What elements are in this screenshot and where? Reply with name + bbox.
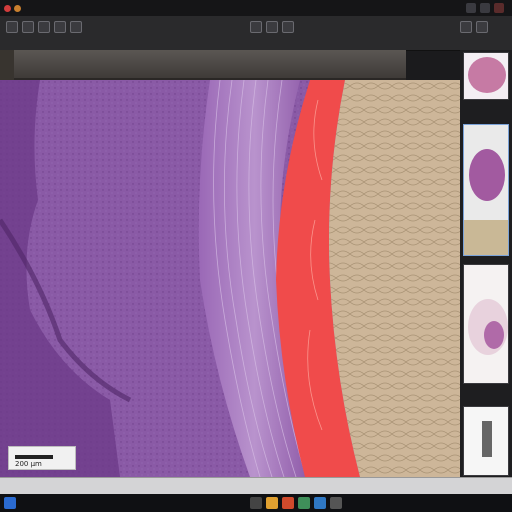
rotate-icon[interactable] [282, 21, 294, 33]
thumbnail-3[interactable] [463, 264, 509, 384]
taskbar [0, 494, 512, 512]
thumbnail-2-selected[interactable] [463, 124, 509, 256]
close-icon[interactable] [494, 3, 504, 13]
zoom-out-icon[interactable] [54, 21, 66, 33]
zoom-in-icon[interactable] [38, 21, 50, 33]
beige-cell-texture [329, 80, 460, 477]
mail-icon[interactable] [314, 497, 326, 509]
settings-icon[interactable] [460, 21, 472, 33]
maximize-icon[interactable] [480, 3, 490, 13]
thumbnail-1[interactable] [463, 52, 509, 100]
scale-bar-line [15, 455, 53, 459]
title-bar [0, 0, 512, 16]
search-icon[interactable] [250, 497, 262, 509]
thumbnail-panel [460, 50, 512, 477]
viewer-app-icon[interactable] [298, 497, 310, 509]
status-bar [0, 477, 512, 495]
thumbnail-4[interactable] [463, 406, 509, 476]
app-icon-secondary [14, 4, 21, 12]
pan-icon[interactable] [70, 21, 82, 33]
scale-bar-label: 200 μm [15, 460, 42, 468]
histology-slide-view[interactable] [0, 80, 460, 477]
app-icon [4, 4, 11, 12]
scale-bar: 200 μm [8, 446, 76, 470]
minimize-icon[interactable] [466, 3, 476, 13]
measure-icon[interactable] [266, 21, 278, 33]
browser-icon[interactable] [282, 497, 294, 509]
slide-viewer[interactable] [0, 80, 460, 477]
slide-label-strip [14, 50, 406, 80]
file-explorer-icon[interactable] [266, 497, 278, 509]
settings-icon[interactable] [330, 497, 342, 509]
annotate-icon[interactable] [250, 21, 262, 33]
open-icon[interactable] [6, 21, 18, 33]
help-icon[interactable] [476, 21, 488, 33]
save-icon[interactable] [22, 21, 34, 33]
toolbar [0, 16, 512, 51]
start-icon[interactable] [4, 497, 16, 509]
